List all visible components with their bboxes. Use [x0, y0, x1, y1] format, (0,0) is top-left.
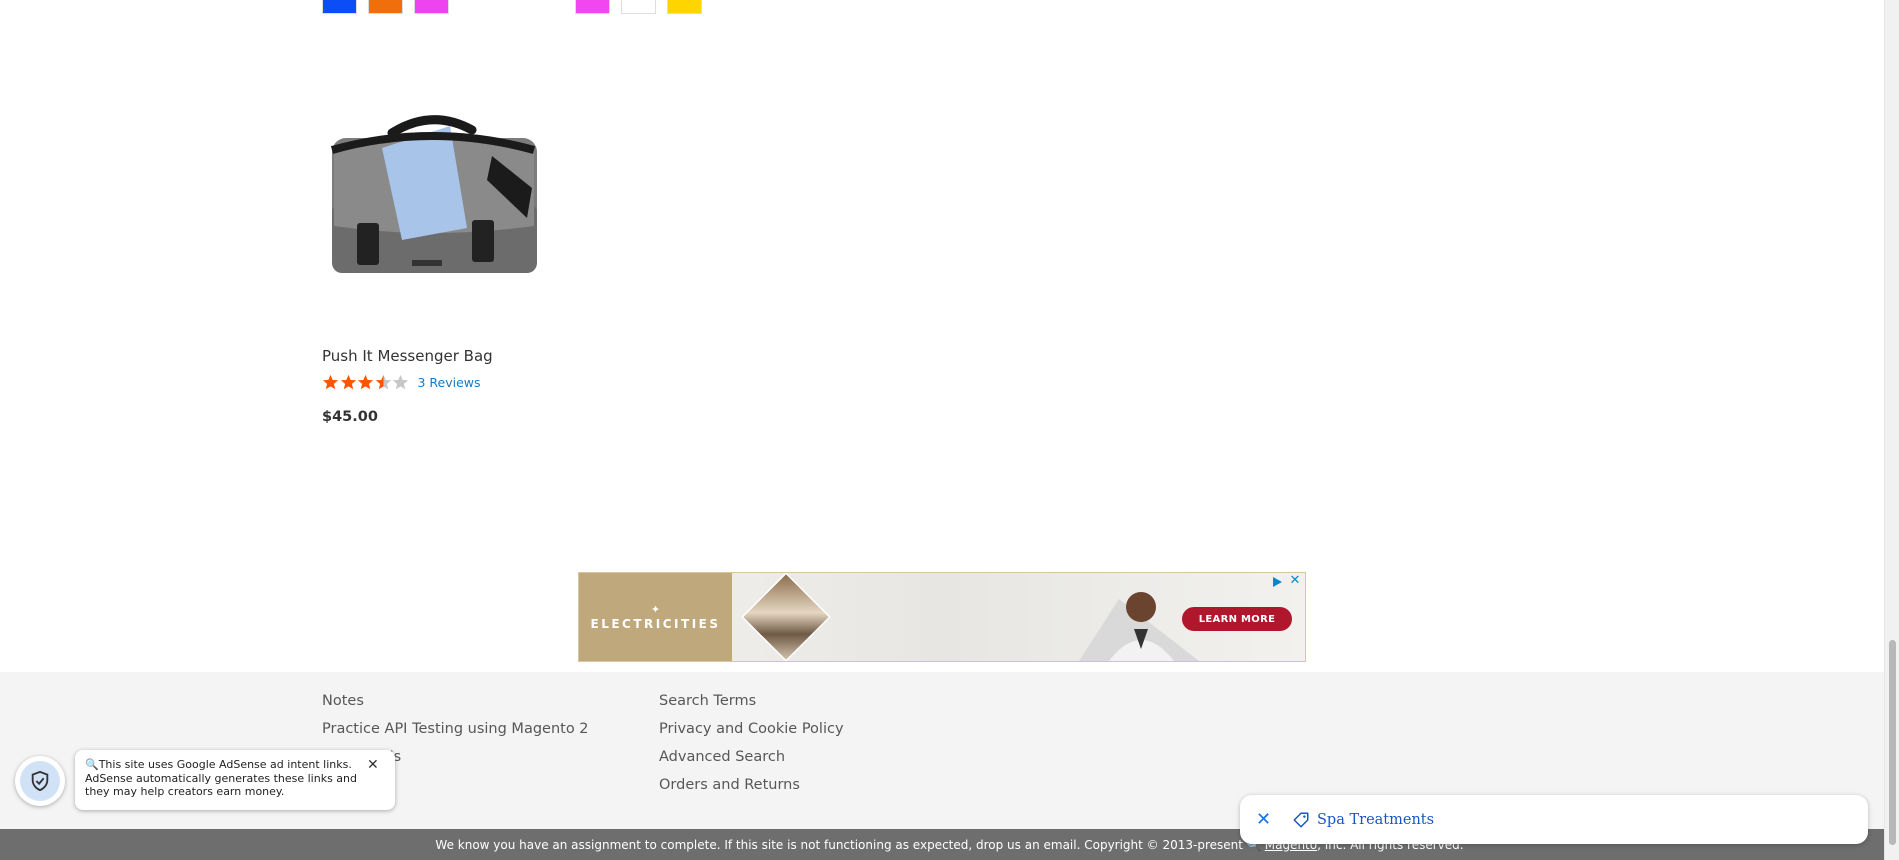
close-icon[interactable]: ✕	[1256, 810, 1274, 829]
adsense-notice-text: 🔍This site uses Google AdSense ad intent…	[85, 758, 358, 798]
star-full-icon	[357, 374, 374, 390]
adsense-shield-button[interactable]	[15, 756, 65, 806]
vertical-scrollbar[interactable]	[1884, 0, 1899, 860]
shield-icon-bg	[20, 761, 60, 801]
star-empty-icon	[392, 374, 409, 390]
footer-link-practice-api[interactable]: Practice API Testing using Magento 2	[322, 720, 589, 748]
ad-brand-mark: ✦	[650, 602, 661, 616]
shield-check-icon	[31, 770, 49, 792]
ad-brand-name: ELECTRICITIES	[590, 616, 721, 631]
footer-link-advanced-search[interactable]: Advanced Search	[659, 748, 844, 776]
swatch-white[interactable]	[621, 0, 656, 14]
star-full-icon	[340, 374, 356, 390]
swatch-orange[interactable]	[368, 0, 403, 14]
adchoices-icon[interactable]	[1271, 576, 1283, 588]
copyright-text: We know you have an assignment to comple…	[435, 837, 1262, 852]
swatch-purple-2[interactable]	[575, 0, 610, 14]
ad-learn-more-button[interactable]: LEARN MORE	[1182, 607, 1292, 631]
page: Push It Messenger Bag 3 Reviews $45.00 ✦…	[0, 0, 1899, 860]
footer-links-column-2: Search Terms Privacy and Cookie Policy A…	[659, 692, 844, 804]
scrollbar-thumb[interactable]	[1889, 640, 1896, 845]
star-half-icon	[375, 374, 391, 390]
ad-intent-chip[interactable]: ✕ Spa Treatments	[1240, 795, 1868, 844]
star-full-icon	[322, 374, 339, 390]
adsense-notice: 🔍This site uses Google AdSense ad intent…	[75, 750, 395, 810]
reviews-link[interactable]: 3 Reviews	[418, 375, 481, 390]
ad-banner[interactable]: ✦ ELECTRICITIES LEARN MORE ✕	[578, 572, 1306, 662]
footer-link-notes[interactable]: Notes	[322, 692, 589, 720]
footer-link-privacy[interactable]: Privacy and Cookie Policy	[659, 720, 844, 748]
ad-close-icon[interactable]: ✕	[1289, 574, 1301, 587]
swatch-purple[interactable]	[414, 0, 449, 14]
product-rating: 3 Reviews	[322, 374, 481, 391]
footer-link-search-terms[interactable]: Search Terms	[659, 692, 844, 720]
close-icon[interactable]: ✕	[367, 758, 381, 772]
swatch-blue[interactable]	[322, 0, 357, 14]
product-name[interactable]: Push It Messenger Bag	[322, 347, 493, 365]
ad-brand-panel: ✦ ELECTRICITIES	[579, 573, 732, 661]
intent-chip-label[interactable]: Spa Treatments	[1317, 812, 1434, 828]
ad-person-image	[1079, 592, 1199, 661]
swatch-yellow[interactable]	[667, 0, 702, 14]
footer-link-orders-returns[interactable]: Orders and Returns	[659, 776, 844, 804]
product-price: $45.00	[322, 409, 378, 425]
ad-photo-diamond	[741, 573, 831, 661]
tag-icon	[1293, 812, 1309, 827]
messenger-bag-image[interactable]	[322, 108, 544, 278]
rating-stars	[322, 374, 410, 391]
